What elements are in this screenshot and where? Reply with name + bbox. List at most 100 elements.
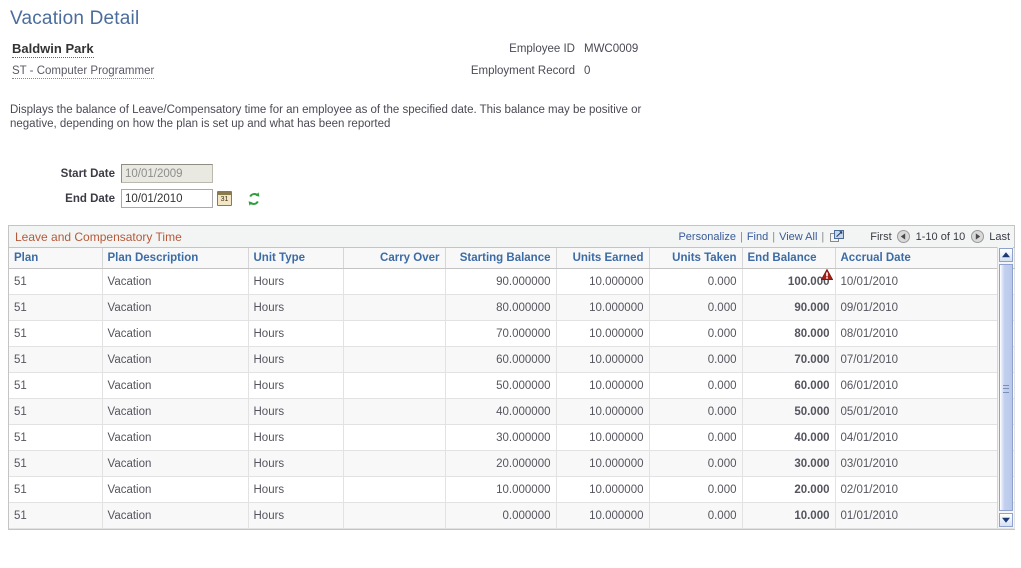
cell-plan: 51: [9, 398, 103, 425]
cell-plan-description: Vacation: [102, 346, 249, 373]
start-date-input: [121, 164, 213, 183]
cell-end-balance: 20.000: [742, 476, 836, 503]
cell-units-earned: 10.000000: [556, 320, 650, 347]
table-row: 51 Vacation Hours 50.000000 10.000000 0.000 60…: [9, 372, 1015, 399]
table-header-row: Plan Plan Description Unit Type Carry Ov…: [9, 248, 1015, 269]
find-link[interactable]: Find: [747, 231, 768, 243]
cell-units-earned: 10.000000: [556, 398, 650, 425]
column-header-units-earned[interactable]: Units Earned: [556, 248, 650, 269]
scroll-down-icon[interactable]: [999, 513, 1013, 527]
scroll-up-icon[interactable]: [999, 248, 1013, 262]
link-separator-1: |: [739, 230, 743, 243]
grid-action-links: Personalize | Find | View All |: [678, 230, 845, 243]
date-filter-section: Start Date End Date: [0, 163, 262, 213]
cell-plan-description: Vacation: [102, 372, 249, 399]
cell-units-taken: 0.000: [649, 346, 743, 373]
cell-units-earned: 10.000000: [556, 502, 650, 529]
job-title-link[interactable]: ST - Computer Programmer: [12, 65, 155, 79]
view-all-link[interactable]: View All: [779, 231, 817, 243]
cell-carry-over: [343, 450, 446, 477]
employment-record-label: Employment Record: [470, 65, 575, 77]
page-range-label: 1-10 of 10: [915, 230, 966, 243]
cell-end-balance: 30.000: [742, 450, 836, 477]
grid-toolbar: Leave and Compensatory Time Personalize …: [9, 226, 1014, 248]
cell-units-earned: 10.000000: [556, 372, 650, 399]
cell-units-taken: 0.000: [649, 502, 743, 529]
cell-starting-balance: 60.000000: [445, 346, 557, 373]
cell-plan: 51: [9, 372, 103, 399]
cell-unit-type: Hours: [248, 372, 344, 399]
leave-balance-table: Plan Plan Description Unit Type Carry Ov…: [9, 248, 1015, 529]
column-header-plan-description[interactable]: Plan Description: [102, 248, 249, 269]
next-page-icon[interactable]: [971, 230, 985, 243]
cell-units-taken: 0.000: [649, 294, 743, 321]
cell-plan-description: Vacation: [102, 294, 249, 321]
grid-vertical-scrollbar[interactable]: [997, 247, 1013, 528]
calendar-icon[interactable]: [217, 191, 232, 206]
cell-carry-over: [343, 320, 446, 347]
cell-plan: 51: [9, 476, 103, 503]
cell-plan-description: Vacation: [102, 502, 249, 529]
cell-plan: 51: [9, 268, 103, 295]
end-date-label: End Date: [65, 192, 115, 205]
table-row: 51 Vacation Hours 30.000000 10.000000 0.000 40…: [9, 424, 1015, 451]
cell-carry-over: [343, 372, 446, 399]
personalize-link[interactable]: Personalize: [678, 231, 735, 243]
cell-carry-over: [343, 268, 446, 295]
cell-plan: 51: [9, 346, 103, 373]
end-date-row: End Date: [0, 188, 262, 209]
cell-starting-balance: 10.000000: [445, 476, 557, 503]
cell-accrual-date: 06/01/2010: [835, 372, 998, 399]
table-row: 51 Vacation Hours 60.000000 10.000000 0.000 70…: [9, 346, 1015, 373]
page-description: Displays the balance of Leave/Compensato…: [10, 104, 642, 130]
table-row: 51 Vacation Hours 0.000000 10.000000 0.000 10.…: [9, 502, 1015, 529]
cell-plan-description: Vacation: [102, 398, 249, 425]
first-page-link[interactable]: First: [870, 231, 891, 243]
cell-units-taken: 0.000: [649, 398, 743, 425]
column-header-unit-type[interactable]: Unit Type: [248, 248, 344, 269]
column-header-plan[interactable]: Plan: [9, 248, 103, 269]
cell-starting-balance: 50.000000: [445, 372, 557, 399]
start-date-label: Start Date: [60, 167, 115, 180]
cell-units-taken: 0.000: [649, 450, 743, 477]
cell-end-balance: 80.000: [742, 320, 836, 347]
cell-carry-over: [343, 294, 446, 321]
cell-units-earned: 10.000000: [556, 346, 650, 373]
cell-units-earned: 10.000000: [556, 476, 650, 503]
column-header-accrual-date[interactable]: Accrual Date: [835, 248, 998, 269]
new-window-icon[interactable]: [830, 230, 845, 243]
cell-starting-balance: 80.000000: [445, 294, 557, 321]
column-header-end-balance[interactable]: End Balance: [742, 248, 836, 269]
warning-icon[interactable]: [820, 268, 833, 281]
cell-accrual-date: 02/01/2010: [835, 476, 998, 503]
column-header-carry-over[interactable]: Carry Over: [343, 248, 446, 269]
cell-unit-type: Hours: [248, 294, 344, 321]
cell-carry-over: [343, 424, 446, 451]
cell-starting-balance: 90.000000: [445, 268, 557, 295]
column-header-units-taken[interactable]: Units Taken: [649, 248, 743, 269]
cell-plan: 51: [9, 294, 103, 321]
start-date-row: Start Date: [0, 163, 262, 184]
grid-pager: First 1-10 of 10 Last: [870, 230, 1010, 243]
cell-units-taken: 0.000: [649, 372, 743, 399]
refresh-icon[interactable]: [246, 191, 262, 207]
last-page-link[interactable]: Last: [989, 231, 1010, 243]
cell-carry-over: [343, 502, 446, 529]
cell-end-balance: 70.000: [742, 346, 836, 373]
column-header-starting-balance[interactable]: Starting Balance: [445, 248, 557, 269]
employee-name-link[interactable]: Baldwin Park: [12, 41, 94, 58]
cell-end-balance: 90.000: [742, 294, 836, 321]
cell-unit-type: Hours: [248, 502, 344, 529]
employee-identity-block: Baldwin Park ST - Computer Programmer: [12, 41, 155, 79]
employment-record-value: 0: [584, 65, 591, 77]
cell-accrual-date: 10/01/2010: [835, 268, 998, 295]
cell-unit-type: Hours: [248, 346, 344, 373]
cell-end-balance: 10.000: [742, 502, 836, 529]
leave-compensatory-time-grid: Leave and Compensatory Time Personalize …: [8, 225, 1015, 530]
end-date-input[interactable]: [121, 189, 213, 208]
cell-unit-type: Hours: [248, 268, 344, 295]
scrollbar-thumb[interactable]: [999, 264, 1013, 511]
cell-plan: 51: [9, 502, 103, 529]
scrollbar-grip: [1003, 384, 1009, 393]
previous-page-icon[interactable]: [896, 230, 910, 243]
